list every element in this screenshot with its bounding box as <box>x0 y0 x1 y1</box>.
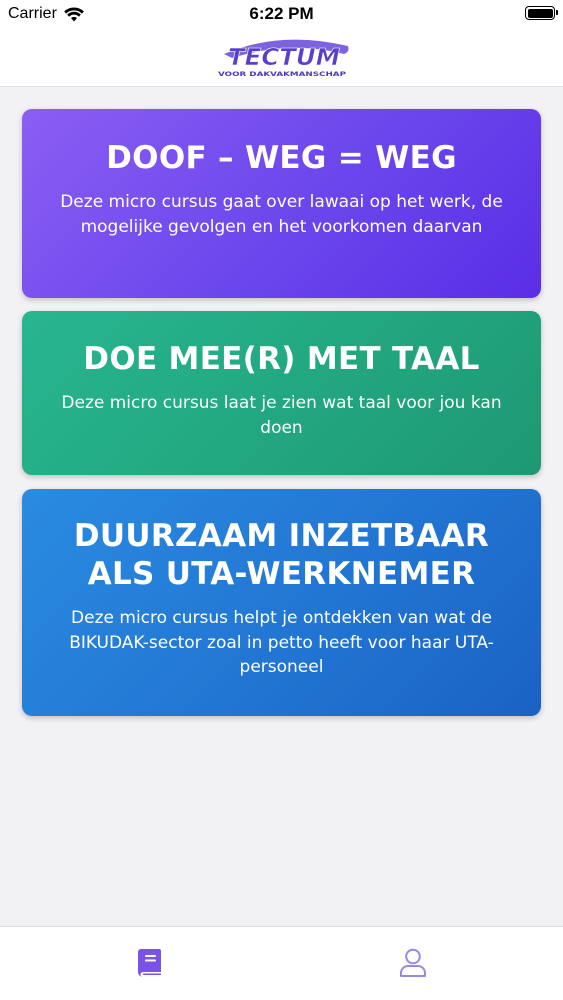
tab-bar <box>0 926 563 1000</box>
course-description: Deze micro cursus laat je zien wat taal … <box>61 393 502 438</box>
logo-text: TECTUM <box>228 45 340 71</box>
tab-profile[interactable] <box>393 943 433 983</box>
course-card-taal[interactable]: DOE MEE(R) MET TAAL Deze micro cursus la… <box>22 311 541 475</box>
course-card-duurzaam[interactable]: DUURZAAM INZETBAAR ALS UTA-WERKNEMER Dez… <box>22 489 541 716</box>
course-title: DOE MEE(R) MET TAAL <box>83 341 480 377</box>
tab-courses[interactable] <box>130 943 170 983</box>
app-header: TECTUM VOOR DAKVAKMANSCHAP <box>0 28 563 87</box>
logo-tagline: VOOR DAKVAKMANSCHAP <box>218 70 346 78</box>
course-description: Deze micro cursus gaat over lawaai op he… <box>60 192 503 237</box>
course-description: Deze micro cursus helpt je ontdekken van… <box>69 608 494 677</box>
user-icon <box>400 948 426 977</box>
book-icon <box>138 949 161 977</box>
status-bar: Carrier 6:22 PM <box>0 0 563 28</box>
course-title: DOOF – WEG = WEG <box>106 140 457 176</box>
course-title: DUURZAAM INZETBAAR ALS UTA-WERKNEMER <box>73 518 490 592</box>
status-time: 6:22 PM <box>249 4 314 23</box>
tectum-logo: TECTUM VOOR DAKVAKMANSCHAP <box>218 39 349 78</box>
course-card-doof-weg[interactable]: DOOF – WEG = WEG Deze micro cursus gaat … <box>22 109 541 298</box>
battery-icon <box>525 6 558 20</box>
